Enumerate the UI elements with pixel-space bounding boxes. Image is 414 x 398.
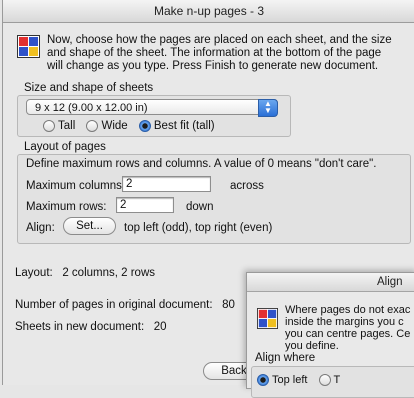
align-label: Align: <box>26 222 55 234</box>
max-columns-suffix: across <box>230 180 264 192</box>
align-text-line: inside the margins you c <box>285 316 404 328</box>
radio-label: Tall <box>58 120 76 133</box>
original-pages-label: Number of pages in original document: <box>15 299 213 311</box>
intro-text: Now, choose how the pages are placed on … <box>47 34 414 73</box>
original-pages-summary: Number of pages in original document: 80 <box>15 299 235 311</box>
layout-summary: Layout: 2 columns, 2 rows <box>15 267 155 279</box>
max-rows-input[interactable]: 2 <box>116 197 174 213</box>
sheets-value: 20 <box>153 321 167 333</box>
size-group-label: Size and shape of sheets <box>24 82 154 94</box>
align-dialog-title: Align <box>247 273 414 292</box>
radio-label: Wide <box>101 120 128 133</box>
radio-button-selected[interactable] <box>257 374 269 387</box>
app-icon <box>17 35 40 58</box>
window-title: Make n-up pages - 3 <box>3 0 414 23</box>
radio-wide[interactable]: Wide <box>86 120 128 133</box>
max-rows-suffix: down <box>186 201 214 213</box>
max-rows-label: Maximum rows: <box>26 201 107 213</box>
radio-button[interactable] <box>318 374 331 387</box>
layout-group-label: Layout of pages <box>24 141 106 153</box>
sheets-summary: Sheets in new document: 20 <box>15 321 167 333</box>
intro-line: and shape of the sheet. The information … <box>47 47 382 59</box>
align-dialog-text: Where pages do not exac inside the margi… <box>285 304 414 352</box>
align-where-radios: Top left T <box>257 374 348 387</box>
sheet-size-value: 9 x 12 (9.00 x 12.00 in) <box>35 102 148 114</box>
layout-description: Define maximum rows and columns. A value… <box>26 158 377 170</box>
radio-best-fit[interactable]: Best fit (tall) <box>138 120 215 133</box>
layout-summary-label: Layout: <box>15 267 53 279</box>
align-dialog: Align Where pages do not exac inside the… <box>246 272 414 398</box>
intro-line: Now, choose how the pages are placed on … <box>47 34 392 46</box>
radio-tall[interactable]: Tall <box>43 120 75 132</box>
align-text-line: you can centre pages. Ce <box>285 328 411 340</box>
align-text-line: Where pages do not exac <box>285 304 411 316</box>
chevron-updown-icon: ▲ ▼ <box>258 99 278 117</box>
sheet-size-select[interactable]: 9 x 12 (9.00 x 12.00 in) ▲ ▼ <box>26 99 278 117</box>
align-text-line: you define. <box>285 340 339 352</box>
radio-top-left[interactable]: Top left <box>257 374 308 387</box>
radio-button[interactable] <box>86 120 99 132</box>
radio-label: Top left <box>272 374 308 386</box>
align-where-label: Align where <box>255 352 316 364</box>
max-columns-label: Maximum columns: <box>26 180 126 192</box>
max-columns-input[interactable]: 2 <box>122 176 211 192</box>
radio-button[interactable] <box>43 120 55 132</box>
radio-label: T <box>333 374 341 386</box>
radio-top[interactable]: T <box>318 374 341 387</box>
align-value: top left (odd), top right (even) <box>124 222 273 234</box>
app-icon <box>257 308 278 329</box>
layout-summary-value: 2 columns, 2 rows <box>62 267 156 279</box>
radio-button-selected[interactable] <box>138 120 151 132</box>
original-pages-value: 80 <box>222 299 235 311</box>
sheets-label: Sheets in new document: <box>15 321 145 333</box>
orientation-radios: Tall Wide Best fit (tall) <box>43 120 223 132</box>
intro-line: will change as you type. Press Finish to… <box>47 60 379 72</box>
set-align-button[interactable]: Set... <box>63 217 116 235</box>
radio-label: Best fit (tall) <box>153 120 215 133</box>
